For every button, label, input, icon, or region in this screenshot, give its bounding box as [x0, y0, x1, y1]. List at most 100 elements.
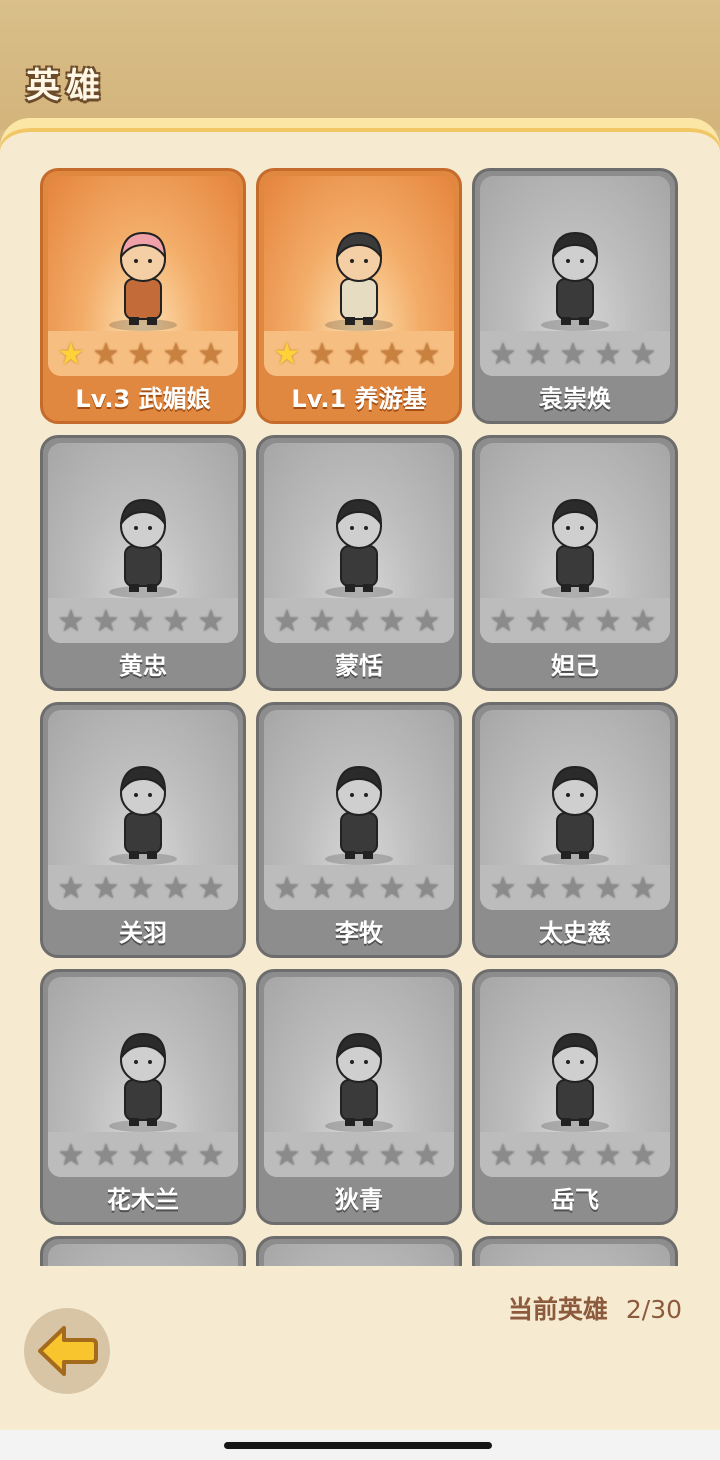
hero-portrait — [535, 755, 615, 865]
star-icon: ★ — [594, 1138, 622, 1173]
star-icon: ★ — [559, 871, 587, 906]
star-rating: ★ ★ ★ ★ ★ — [271, 339, 451, 371]
star-icon: ★ — [413, 337, 441, 372]
star-icon: ★ — [343, 604, 371, 639]
hero-card[interactable]: ★ ★ ★ ★ ★ 太史慈 — [472, 702, 678, 958]
star-icon: ★ — [308, 604, 336, 639]
star-icon: ★ — [559, 337, 587, 372]
hero-card[interactable]: ★ ★ ★ ★ ★ 花木兰 — [40, 969, 246, 1225]
star-icon: ★ — [308, 337, 336, 372]
star-rating: ★ ★ ★ ★ ★ — [487, 606, 667, 638]
star-icon: ★ — [489, 871, 517, 906]
star-rating: ★ ★ ★ ★ ★ — [271, 606, 451, 638]
hero-card[interactable]: ★ ★ ★ ★ ★ Lv.1 养游基 — [256, 168, 462, 424]
star-icon: ★ — [127, 871, 155, 906]
star-icon: ★ — [594, 604, 622, 639]
hero-portrait-bg — [264, 1244, 454, 1266]
hero-portrait — [535, 1022, 615, 1132]
hero-name-label: 花木兰 — [107, 1186, 179, 1214]
star-icon: ★ — [162, 871, 190, 906]
star-icon: ★ — [378, 871, 406, 906]
star-icon: ★ — [57, 604, 85, 639]
star-rating: ★ ★ ★ ★ ★ — [55, 339, 235, 371]
star-icon: ★ — [162, 1138, 190, 1173]
star-icon: ★ — [162, 604, 190, 639]
star-icon: ★ — [162, 337, 190, 372]
star-icon: ★ — [629, 871, 657, 906]
star-icon: ★ — [343, 871, 371, 906]
hero-count-value: 2/30 — [625, 1295, 682, 1324]
hero-card[interactable]: ★ ★ ★ ★ ★ 狄青 — [256, 969, 462, 1225]
hero-card[interactable]: ★ ★ ★ ★ ★ 妲己 — [472, 435, 678, 691]
hero-portrait — [103, 1022, 183, 1132]
arrow-left-icon — [38, 1326, 98, 1376]
hero-count-label: 当前英雄 — [507, 1295, 608, 1324]
star-rating: ★ ★ ★ ★ ★ — [487, 1140, 667, 1172]
star-icon: ★ — [127, 337, 155, 372]
hero-portrait — [103, 755, 183, 865]
star-icon: ★ — [273, 604, 301, 639]
hero-card[interactable] — [256, 1236, 462, 1266]
star-rating: ★ ★ ★ ★ ★ — [487, 339, 667, 371]
star-rating: ★ ★ ★ ★ ★ — [55, 1140, 235, 1172]
hero-card[interactable]: ★ ★ ★ ★ ★ 黄忠 — [40, 435, 246, 691]
star-icon: ★ — [629, 604, 657, 639]
star-icon: ★ — [343, 337, 371, 372]
hero-name-label: Lv.1 养游基 — [291, 385, 427, 413]
star-icon: ★ — [413, 871, 441, 906]
star-icon: ★ — [378, 337, 406, 372]
hero-portrait — [535, 221, 615, 331]
star-icon: ★ — [273, 871, 301, 906]
star-icon: ★ — [273, 1138, 301, 1173]
hero-name-label: 蒙恬 — [335, 652, 383, 680]
hero-portrait-bg — [480, 1244, 670, 1266]
star-icon: ★ — [92, 871, 120, 906]
star-rating: ★ ★ ★ ★ ★ — [487, 873, 667, 905]
hero-portrait — [319, 1022, 399, 1132]
star-icon: ★ — [524, 1138, 552, 1173]
star-rating: ★ ★ ★ ★ ★ — [271, 1140, 451, 1172]
hero-card[interactable]: ★ ★ ★ ★ ★ 李牧 — [256, 702, 462, 958]
hero-card[interactable]: ★ ★ ★ ★ ★ 袁崇焕 — [472, 168, 678, 424]
star-icon: ★ — [378, 1138, 406, 1173]
hero-name-label: 太史慈 — [539, 919, 611, 947]
hero-card[interactable]: ★ ★ ★ ★ ★ Lv.3 武媚娘 — [40, 168, 246, 424]
star-icon: ★ — [197, 604, 225, 639]
hero-portrait — [103, 488, 183, 598]
page-title: 英雄 — [26, 66, 106, 106]
home-indicator-bar — [0, 1430, 720, 1460]
hero-card[interactable] — [40, 1236, 246, 1266]
star-icon: ★ — [489, 337, 517, 372]
star-icon: ★ — [524, 337, 552, 372]
star-icon: ★ — [57, 1138, 85, 1173]
star-icon: ★ — [594, 337, 622, 372]
hero-card[interactable]: ★ ★ ★ ★ ★ 关羽 — [40, 702, 246, 958]
star-icon: ★ — [524, 871, 552, 906]
star-icon: ★ — [57, 871, 85, 906]
back-button[interactable] — [24, 1308, 110, 1394]
hero-grid[interactable]: ★ ★ ★ ★ ★ Lv.3 武媚娘 ★ ★ ★ ★ ★ Lv.1 养游基 ★ ★ ★ ★ ★ 袁崇焕 ★ ★ ★ ★ ★ 黄… — [0, 160, 720, 1266]
home-indicator — [224, 1442, 492, 1449]
star-icon: ★ — [92, 337, 120, 372]
hero-name-label: Lv.3 武媚娘 — [75, 385, 211, 413]
hero-name-label: 狄青 — [335, 1186, 383, 1214]
star-icon: ★ — [559, 604, 587, 639]
star-rating: ★ ★ ★ ★ ★ — [271, 873, 451, 905]
hero-portrait — [103, 221, 183, 331]
star-icon: ★ — [197, 337, 225, 372]
star-icon: ★ — [559, 1138, 587, 1173]
star-icon: ★ — [197, 1138, 225, 1173]
star-icon: ★ — [524, 604, 552, 639]
hero-name-label: 袁崇焕 — [539, 385, 611, 413]
hero-card[interactable] — [472, 1236, 678, 1266]
star-icon: ★ — [629, 1138, 657, 1173]
hero-card[interactable]: ★ ★ ★ ★ ★ 蒙恬 — [256, 435, 462, 691]
hero-name-label: 妲己 — [551, 652, 599, 680]
header-bar: 英雄 — [0, 0, 720, 130]
hero-portrait — [535, 488, 615, 598]
star-icon: ★ — [594, 871, 622, 906]
star-icon: ★ — [57, 337, 85, 372]
hero-card[interactable]: ★ ★ ★ ★ ★ 岳飞 — [472, 969, 678, 1225]
hero-count-info: 当前英雄 2/30 — [508, 1290, 682, 1326]
hero-portrait — [319, 221, 399, 331]
